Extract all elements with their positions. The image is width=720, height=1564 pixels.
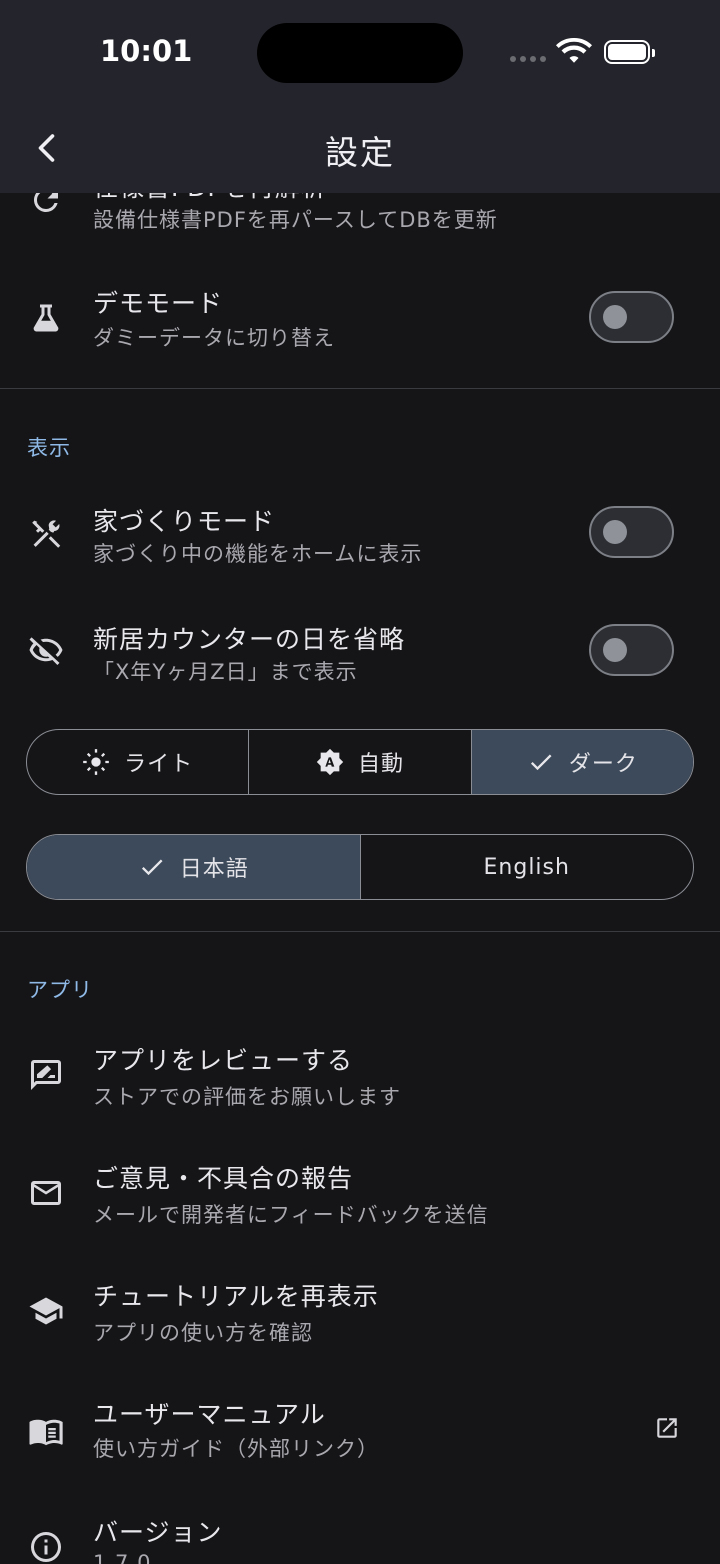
demo-mode-subtitle: ダミーデータに切り替え <box>93 326 335 350</box>
app-section-label: アプリ <box>27 978 93 1002</box>
language-selector[interactable]: 日本語 English <box>26 834 694 900</box>
counter-omit-row[interactable]: 新居カウンターの日を省略 「X年Yヶ月Z日」まで表示 <box>0 592 720 710</box>
counter-omit-toggle[interactable] <box>589 624 674 676</box>
user-manual-title: ユーザーマニュアル <box>93 1400 326 1429</box>
display-section-label: 表示 <box>27 436 71 460</box>
user-manual-subtitle: 使い方ガイド（外部リンク） <box>93 1437 379 1461</box>
toggle-knob <box>603 305 627 329</box>
counter-omit-subtitle: 「X年Yヶ月Z日」まで表示 <box>93 660 358 684</box>
version-title: バージョン <box>93 1518 223 1547</box>
house-mode-title: 家づくりモード <box>93 507 276 536</box>
flask-icon <box>26 298 66 338</box>
theme-selector[interactable]: ライト 自動 ダーク <box>26 729 694 795</box>
status-time: 10:01 <box>100 34 193 68</box>
theme-option-dark[interactable]: ダーク <box>471 730 693 794</box>
theme-option-auto[interactable]: 自動 <box>249 730 472 794</box>
navigation-header: 10:01 設定 <box>0 0 720 193</box>
theme-option-light[interactable]: ライト <box>27 730 250 794</box>
book-icon <box>26 1411 66 1451</box>
school-icon <box>26 1291 66 1331</box>
theme-option-label: ダーク <box>568 752 638 777</box>
language-option-label: 日本語 <box>179 857 249 882</box>
battery-icon <box>604 40 655 64</box>
house-mode-subtitle: 家づくり中の機能をホームに表示 <box>93 542 423 566</box>
section-divider <box>0 931 720 932</box>
check-icon <box>141 859 163 876</box>
theme-option-label: 自動 <box>357 752 404 777</box>
cellular-signal-icon <box>510 56 546 62</box>
theme-option-label: ライト <box>124 752 194 777</box>
toggle-knob <box>603 638 627 662</box>
tutorial-subtitle: アプリの使い方を確認 <box>93 1321 313 1345</box>
mail-icon <box>26 1173 66 1213</box>
review-app-subtitle: ストアでの評価をお願いします <box>93 1085 401 1109</box>
eye-off-icon <box>26 630 66 670</box>
wifi-icon <box>556 38 592 63</box>
demo-mode-row[interactable]: デモモード ダミーデータに切り替え <box>0 260 720 378</box>
check-icon <box>530 754 552 771</box>
user-manual-row[interactable]: ユーザーマニュアル 使い方ガイド（外部リンク） <box>0 1371 720 1489</box>
feedback-row[interactable]: ご意見・不具合の報告 メールで開発者にフィードバックを送信 <box>0 1135 720 1253</box>
info-icon <box>26 1527 66 1564</box>
house-mode-row[interactable]: 家づくりモード 家づくり中の機能をホームに表示 <box>0 474 720 592</box>
house-mode-toggle[interactable] <box>589 506 674 558</box>
open-in-new-icon[interactable] <box>654 1415 682 1443</box>
language-option-japanese[interactable]: 日本語 <box>27 835 361 899</box>
counter-omit-title: 新居カウンターの日を省略 <box>93 625 406 654</box>
feedback-title: ご意見・不具合の報告 <box>93 1164 354 1193</box>
section-divider <box>0 388 720 389</box>
tutorial-title: チュートリアルを再表示 <box>93 1282 379 1311</box>
language-option-label: English <box>483 854 570 880</box>
page-title: 設定 <box>325 133 395 172</box>
demo-mode-toggle[interactable] <box>589 291 674 343</box>
version-row: バージョン 1.7.0 <box>0 1489 720 1564</box>
demo-mode-title: デモモード <box>93 289 224 318</box>
review-app-title: アプリをレビューする <box>93 1046 354 1075</box>
reparse-subtitle: 設備仕様書PDFを再パースしてDBを更新 <box>93 208 498 232</box>
tutorial-row[interactable]: チュートリアルを再表示 アプリの使い方を確認 <box>0 1253 720 1371</box>
settings-list[interactable]: 仕様書PDFを再解析 設備仕様書PDFを再パースしてDBを更新 デモモード ダミ… <box>0 0 720 1564</box>
review-app-row[interactable]: アプリをレビューする ストアでの評価をお願いします <box>0 1017 720 1135</box>
dynamic-island <box>257 23 463 83</box>
tools-icon <box>26 514 66 554</box>
sun-icon <box>83 749 109 775</box>
rate-review-icon <box>26 1055 66 1095</box>
auto-brightness-icon <box>316 748 344 776</box>
toggle-knob <box>603 520 627 544</box>
feedback-subtitle: メールで開発者にフィードバックを送信 <box>93 1203 489 1227</box>
language-option-english[interactable]: English <box>361 835 694 899</box>
version-value: 1.7.0 <box>93 1551 152 1564</box>
